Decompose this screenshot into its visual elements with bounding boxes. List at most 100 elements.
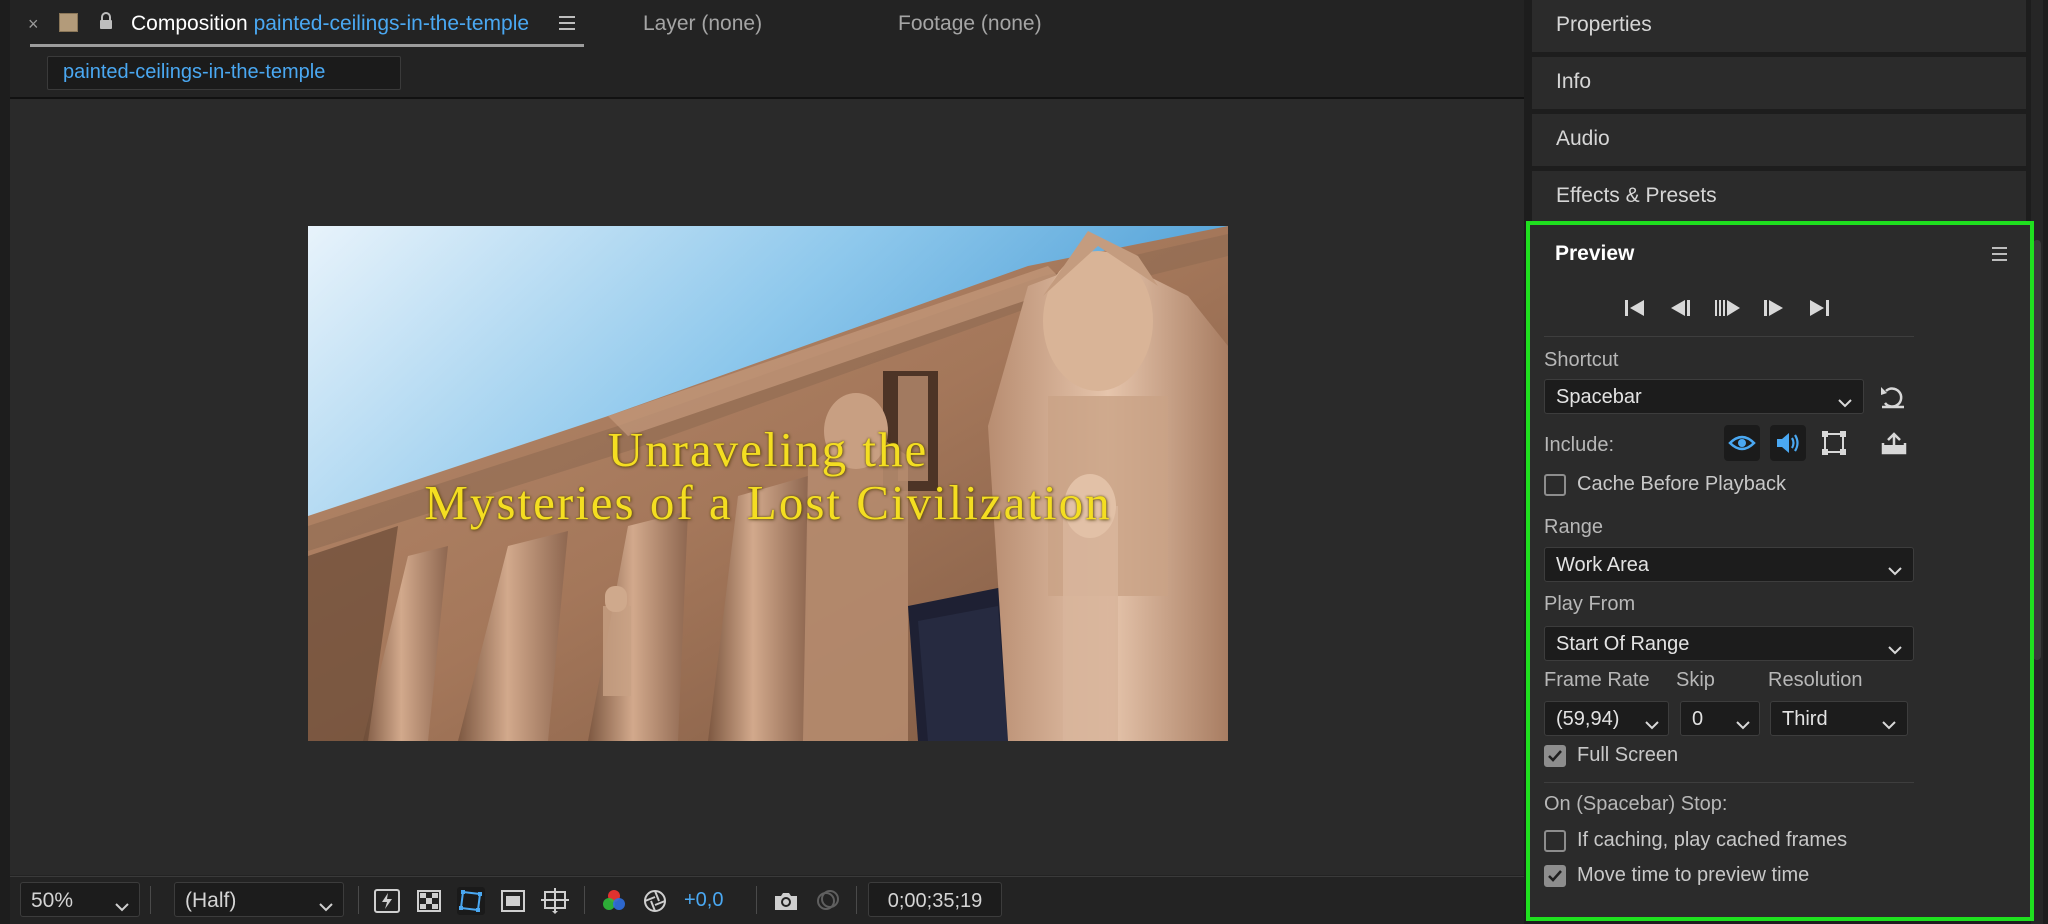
play-from-label: Play From <box>1544 593 1636 615</box>
resolution-value: Third <box>1782 708 1828 730</box>
effects-presets-panel-title: Effects & Presets <box>1556 184 1717 207</box>
close-tab-icon[interactable]: × <box>28 14 39 35</box>
composition-panel: × Composition painted-ceilings-in-the-te… <box>10 0 1524 924</box>
full-screen-label: Full Screen <box>1577 744 1679 766</box>
chevron-down-icon <box>319 894 333 918</box>
info-panel-title: Info <box>1556 70 1592 93</box>
tab-layer[interactable]: Layer (none) <box>643 12 762 36</box>
if-caching-label: If caching, play cached frames <box>1577 829 1848 851</box>
include-audio-toggle[interactable] <box>1770 425 1806 461</box>
zoom-value: 50% <box>31 889 74 912</box>
region-of-interest-icon[interactable] <box>499 887 527 915</box>
composition-breadcrumb[interactable]: painted-ceilings-in-the-temple <box>47 56 401 90</box>
move-time-label: Move time to preview time <box>1577 864 1810 886</box>
mask-path-visibility-icon[interactable] <box>457 887 485 915</box>
checkbox-box[interactable] <box>1544 474 1566 496</box>
frame-rate-value: (59,94) <box>1556 708 1620 730</box>
composition-tab[interactable]: Composition painted-ceilings-in-the-temp… <box>131 12 529 36</box>
checkbox-box[interactable] <box>1544 745 1566 767</box>
preview-panel: Preview Shortcut Spacebar Include: Cache… <box>1526 221 2034 921</box>
resolution-value: (Half) <box>185 889 237 912</box>
on-stop-label: On (Spacebar) Stop: <box>1544 793 1728 815</box>
resolution-dropdown[interactable]: (Half) <box>174 882 344 917</box>
title-line-1: Unraveling the <box>607 422 929 477</box>
range-dropdown[interactable]: Work Area <box>1544 547 1914 582</box>
include-overlays-toggle[interactable] <box>1816 425 1852 461</box>
zoom-dropdown[interactable]: 50% <box>20 882 140 917</box>
skip-label: Skip <box>1676 669 1715 691</box>
camera-snapshot-icon[interactable] <box>772 887 800 915</box>
eye-icon <box>1728 435 1756 451</box>
chevron-down-icon <box>1882 713 1896 736</box>
chevron-down-icon <box>1888 559 1902 582</box>
toolbar-divider <box>756 886 757 914</box>
chevron-down-icon <box>115 894 129 918</box>
frame-rate-label: Frame Rate <box>1544 669 1650 691</box>
composition-color-swatch <box>59 13 78 32</box>
speaker-icon <box>1777 433 1799 453</box>
resolution-label: Resolution <box>1768 669 1863 691</box>
current-time-display[interactable]: 0;00;35;19 <box>868 882 1002 917</box>
shortcut-label: Shortcut <box>1544 349 1619 371</box>
previous-frame-icon[interactable] <box>1666 295 1696 321</box>
include-video-toggle[interactable] <box>1724 425 1760 461</box>
color-channels-icon[interactable] <box>600 887 628 915</box>
shortcut-dropdown[interactable]: Spacebar <box>1544 379 1864 414</box>
chevron-down-icon <box>1736 713 1750 736</box>
toolbar-divider <box>150 886 151 914</box>
show-snapshot-icon[interactable] <box>814 887 842 915</box>
checkmark-icon <box>1548 750 1562 762</box>
shortcut-value: Spacebar <box>1556 386 1642 408</box>
overlay-frame-icon <box>1822 431 1846 455</box>
skip-dropdown[interactable]: 0 <box>1680 701 1760 736</box>
toolbar-divider <box>358 886 359 914</box>
audio-panel-title: Audio <box>1556 127 1610 150</box>
exposure-reset-icon[interactable] <box>641 887 669 915</box>
transparency-grid-icon[interactable] <box>415 887 443 915</box>
preview-panel-title: Preview <box>1555 242 1635 265</box>
next-frame-icon[interactable] <box>1758 295 1788 321</box>
exposure-value[interactable]: +0,0 <box>684 889 723 912</box>
title-line-2: Mysteries of a Lost Civilization <box>424 475 1112 530</box>
range-value: Work Area <box>1556 554 1649 576</box>
first-frame-icon[interactable] <box>1620 295 1650 321</box>
chevron-down-icon <box>1838 391 1852 414</box>
play-icon[interactable] <box>1712 295 1742 321</box>
lock-icon[interactable] <box>98 11 114 36</box>
divider <box>1544 336 1914 337</box>
resolution-dropdown[interactable]: Third <box>1770 701 1908 736</box>
tab-footage[interactable]: Footage (none) <box>898 12 1042 36</box>
checkbox-box[interactable] <box>1544 865 1566 887</box>
audio-panel[interactable]: Audio <box>1532 114 2026 166</box>
divider <box>1544 782 1914 783</box>
properties-panel-title: Properties <box>1556 13 1652 36</box>
panel-menu-icon[interactable] <box>559 15 577 36</box>
composition-tab-row: × Composition painted-ceilings-in-the-te… <box>10 0 1524 50</box>
scrollbar-thumb[interactable] <box>2033 240 2041 660</box>
play-from-value: Start Of Range <box>1556 633 1690 655</box>
export-icon[interactable] <box>1880 431 1908 462</box>
play-from-dropdown[interactable]: Start Of Range <box>1544 626 1914 661</box>
reset-icon[interactable] <box>1878 383 1908 416</box>
toolbar-divider <box>856 886 857 914</box>
chevron-down-icon <box>1645 713 1659 736</box>
grid-guides-icon[interactable] <box>541 887 569 915</box>
chevron-down-icon <box>1888 638 1902 661</box>
composition-canvas[interactable]: Unraveling the Mysteries of a Lost Civil… <box>308 226 1228 741</box>
viewer-toolbar: 50% (Half) +0,0 0;00;35;19 <box>10 876 1524 924</box>
composition-viewer[interactable]: Unraveling the Mysteries of a Lost Civil… <box>10 99 1524 875</box>
effects-presets-panel[interactable]: Effects & Presets <box>1532 171 2026 223</box>
properties-panel[interactable]: Properties <box>1532 0 2026 52</box>
checkmark-icon <box>1548 870 1562 882</box>
checkbox-box[interactable] <box>1544 830 1566 852</box>
skip-value: 0 <box>1692 708 1704 730</box>
fast-previews-icon[interactable] <box>373 887 401 915</box>
range-label: Range <box>1544 516 1603 538</box>
frame-rate-dropdown[interactable]: (59,94) <box>1544 701 1669 736</box>
panel-menu-icon[interactable] <box>1992 247 2008 266</box>
cache-before-playback-label: Cache Before Playback <box>1577 473 1787 495</box>
composition-tab-name: painted-ceilings-in-the-temple <box>253 12 530 35</box>
last-frame-icon[interactable] <box>1804 295 1834 321</box>
info-panel[interactable]: Info <box>1532 57 2026 109</box>
active-tab-underline <box>30 44 584 47</box>
